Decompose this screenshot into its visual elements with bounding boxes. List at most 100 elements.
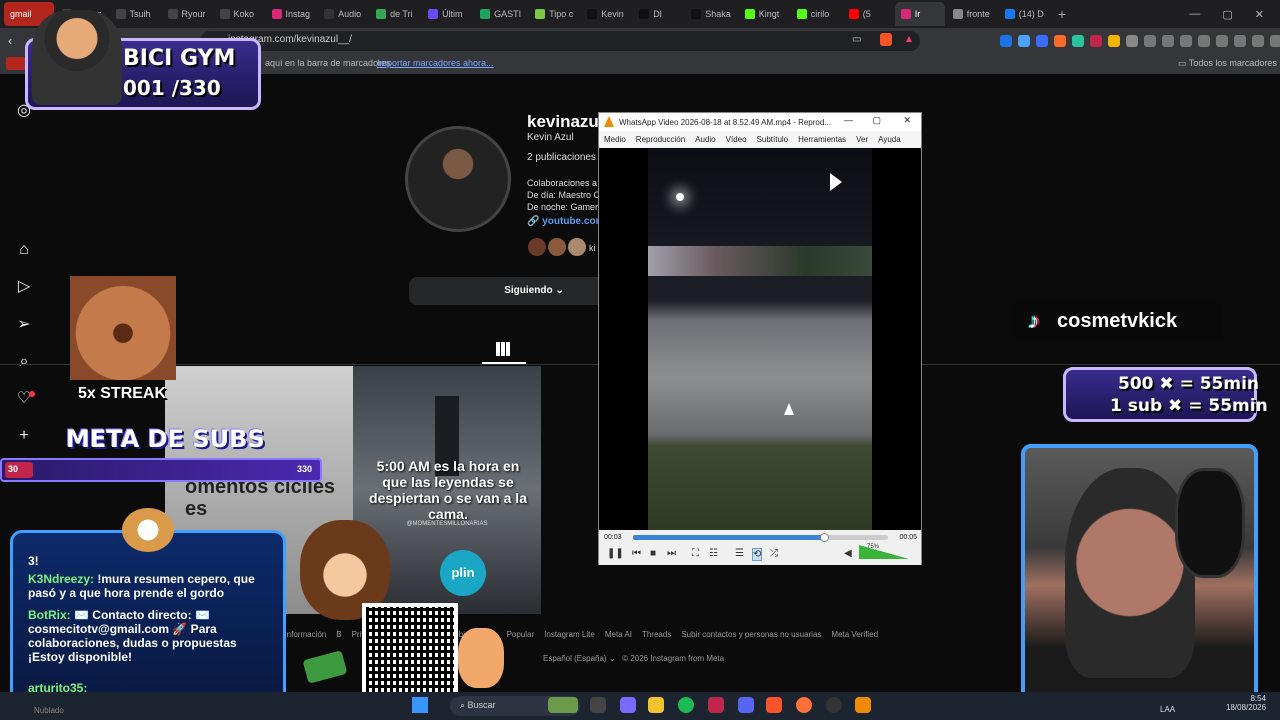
obs-icon[interactable] bbox=[826, 697, 842, 713]
gmail-bookmark-icon[interactable] bbox=[6, 57, 26, 70]
profile-avatar[interactable] bbox=[405, 126, 511, 232]
footer-link[interactable]: Información bbox=[284, 630, 326, 639]
extension-icon[interactable] bbox=[1018, 35, 1030, 47]
language-select[interactable]: Español (España) bbox=[543, 654, 607, 663]
vlc-menu-item[interactable]: Ver bbox=[856, 135, 868, 144]
app-icon[interactable] bbox=[708, 697, 724, 713]
vlc-menu-item[interactable]: Ayuda bbox=[878, 135, 901, 144]
browser-tab[interactable]: fronte bbox=[947, 2, 997, 26]
extension-icon[interactable] bbox=[1072, 35, 1084, 47]
browser-tab[interactable]: de Tri bbox=[370, 2, 420, 26]
shuffle-icon[interactable]: ⤮ bbox=[770, 548, 778, 559]
browser-tab[interactable]: GASTI bbox=[474, 2, 527, 26]
back-icon[interactable]: ‹ bbox=[8, 33, 12, 48]
browser-tab[interactable]: Audio bbox=[318, 2, 368, 26]
vlc-taskbar-icon[interactable] bbox=[855, 697, 871, 713]
menu-icon[interactable] bbox=[1270, 35, 1280, 47]
vlc-menu-item[interactable]: Audio bbox=[695, 135, 715, 144]
discord-icon[interactable] bbox=[738, 697, 754, 713]
all-bookmarks[interactable]: ▭ Todos los marcadores bbox=[1178, 58, 1277, 69]
minimize-button[interactable]: — bbox=[1189, 8, 1200, 20]
followed-by-avatars[interactable] bbox=[528, 238, 586, 256]
brave-icon[interactable] bbox=[880, 33, 892, 46]
home-icon[interactable]: ⌂ bbox=[14, 240, 34, 260]
footer-link[interactable]: Meta Verified bbox=[831, 630, 878, 639]
vlc-menu-item[interactable]: Reproducción bbox=[636, 135, 685, 144]
footer-link[interactable]: Meta AI bbox=[605, 630, 632, 639]
maximize-button[interactable]: ▢ bbox=[1222, 8, 1232, 21]
extension-icon[interactable] bbox=[1108, 35, 1120, 47]
cast-icon[interactable]: ▭ bbox=[852, 34, 861, 45]
extension-icon[interactable] bbox=[1036, 35, 1048, 47]
seek-handle[interactable] bbox=[820, 533, 830, 542]
puzzle-icon[interactable] bbox=[1126, 35, 1138, 47]
vlc-menu-item[interactable]: Herramientas bbox=[798, 135, 846, 144]
fullscreen-icon[interactable]: ⛶ bbox=[692, 548, 699, 559]
browser-tab[interactable]: Kevin bbox=[581, 2, 631, 26]
posts-grid-icon[interactable] bbox=[496, 342, 510, 356]
share-icon[interactable] bbox=[1216, 35, 1228, 47]
vlc-close-button[interactable]: ✕ bbox=[903, 115, 911, 126]
stop-icon[interactable]: ■ bbox=[650, 548, 656, 559]
extended-settings-icon[interactable]: ☷ bbox=[709, 548, 718, 559]
browser-tab[interactable]: Tsuih bbox=[110, 2, 160, 26]
vlc-maximize-button[interactable]: ▢ bbox=[872, 115, 881, 126]
sidebar-icon[interactable] bbox=[1162, 35, 1174, 47]
system-clock[interactable]: 8:54 18/08/2026 bbox=[1226, 694, 1266, 712]
bio-link[interactable]: 🔗 youtube.com/ bbox=[527, 216, 607, 227]
extension-icon[interactable] bbox=[1090, 35, 1102, 47]
browser-tab[interactable]: Tipo c bbox=[529, 2, 579, 26]
task-view-icon[interactable] bbox=[590, 697, 606, 713]
browser-tab[interactable]: Ryour bbox=[162, 2, 212, 26]
search-icon[interactable]: ⌕ bbox=[14, 352, 34, 372]
url-field[interactable]: instagram.com/kevinazul__/ bbox=[200, 31, 920, 51]
vpn-icon[interactable] bbox=[1252, 35, 1264, 47]
footer-link[interactable]: Instagram Lite bbox=[544, 630, 595, 639]
create-plus-icon[interactable]: + bbox=[14, 426, 34, 446]
file-explorer-icon[interactable] bbox=[648, 697, 664, 713]
browser-tab[interactable]: Shaka bbox=[685, 2, 737, 26]
browser-tab[interactable]: (5 bbox=[843, 2, 893, 26]
previous-icon[interactable]: ⏮ bbox=[632, 548, 641, 559]
footer-link[interactable]: Popular bbox=[507, 630, 535, 639]
brave-rewards-icon[interactable]: ▲ bbox=[904, 34, 914, 45]
extension-icon[interactable] bbox=[1054, 35, 1066, 47]
browser-tab[interactable]: Instag bbox=[266, 2, 317, 26]
playlist-icon[interactable]: ☰ bbox=[735, 548, 744, 559]
input-language[interactable]: LAA bbox=[1160, 705, 1175, 714]
footer-link[interactable]: B bbox=[336, 630, 341, 639]
browser-tab[interactable]: Dl bbox=[633, 2, 683, 26]
footer-link[interactable]: Threads bbox=[642, 630, 671, 639]
browser-tab[interactable]: (14) D bbox=[999, 2, 1050, 26]
vlc-menu-item[interactable]: Medio bbox=[604, 135, 626, 144]
messages-icon[interactable]: ➢ bbox=[14, 315, 34, 335]
ai-icon[interactable] bbox=[1234, 35, 1246, 47]
vlc-minimize-button[interactable]: — bbox=[844, 115, 853, 125]
new-tab-button[interactable]: + bbox=[1052, 6, 1072, 22]
browser-tab[interactable]: cirilo bbox=[791, 2, 841, 26]
reels-icon[interactable]: ▷ bbox=[14, 277, 34, 297]
loop-icon[interactable]: ⟲ bbox=[752, 548, 763, 561]
browser-tab[interactable]: Koko bbox=[214, 2, 264, 26]
import-bookmarks-link[interactable]: Importar marcadores ahora... bbox=[377, 58, 494, 68]
volume-icon[interactable]: ◀ bbox=[844, 548, 852, 559]
vlc-menu-item[interactable]: Subtítulo bbox=[757, 135, 789, 144]
download-icon[interactable] bbox=[1198, 35, 1210, 47]
browser-tab[interactable]: Últim bbox=[422, 2, 472, 26]
wallet-icon[interactable] bbox=[1180, 35, 1192, 47]
vlc-menu-item[interactable]: Vídeo bbox=[726, 135, 747, 144]
brave-taskbar-icon[interactable] bbox=[766, 697, 782, 713]
seek-bar[interactable] bbox=[633, 535, 888, 540]
close-button[interactable]: ✕ bbox=[1255, 8, 1264, 21]
extension-icon[interactable] bbox=[1000, 35, 1012, 47]
browser-tab[interactable]: Ir bbox=[894, 2, 945, 26]
footer-link[interactable]: Subir contactos y personas no usuarias bbox=[681, 630, 821, 639]
app-icon[interactable] bbox=[620, 697, 636, 713]
pause-icon[interactable]: ❚❚ bbox=[607, 548, 624, 559]
media-icon[interactable] bbox=[1144, 35, 1156, 47]
windows-start-icon[interactable] bbox=[412, 697, 428, 713]
vlc-video-area[interactable] bbox=[599, 148, 921, 530]
spotify-icon[interactable] bbox=[678, 697, 694, 713]
browser-tab[interactable]: Kingt bbox=[739, 2, 789, 26]
next-icon[interactable]: ⏭ bbox=[667, 548, 676, 559]
